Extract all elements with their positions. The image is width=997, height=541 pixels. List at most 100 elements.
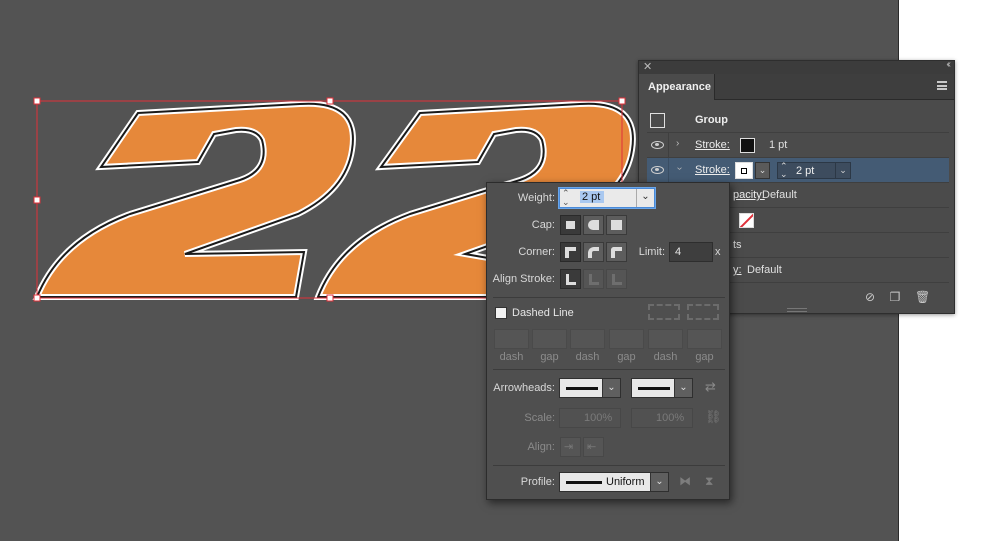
gap-2-input[interactable] bbox=[609, 329, 644, 349]
miter-join-button[interactable] bbox=[560, 242, 581, 262]
chevron-down-icon[interactable]: ⌄ bbox=[602, 379, 620, 397]
eye-icon bbox=[651, 166, 664, 174]
weight-value[interactable]: 2 pt bbox=[796, 165, 814, 177]
end-arrowhead-dropdown[interactable]: ⌄ bbox=[631, 378, 693, 398]
align-arrow-label: Align: bbox=[527, 441, 555, 453]
align-center-icon bbox=[566, 274, 576, 285]
chevron-down-icon[interactable]: › bbox=[674, 167, 685, 170]
eye-icon bbox=[651, 141, 664, 149]
align-inside-icon bbox=[589, 274, 599, 285]
chevron-down-icon[interactable]: ⌄ bbox=[674, 379, 692, 397]
align-outside-button[interactable] bbox=[606, 269, 627, 289]
chevron-down-icon[interactable]: ⌄ bbox=[835, 163, 850, 178]
projecting-cap-button[interactable] bbox=[606, 215, 627, 235]
dash-1-input[interactable] bbox=[494, 329, 529, 349]
stroke-link[interactable]: Stroke: bbox=[695, 164, 730, 176]
handle-top-right[interactable] bbox=[618, 97, 626, 105]
dashed-line-checkbox[interactable] bbox=[495, 307, 507, 319]
resize-grip[interactable] bbox=[787, 308, 807, 312]
profile-dropdown[interactable]: Uniform ⌄ bbox=[559, 472, 669, 492]
chevron-right-icon[interactable]: › bbox=[676, 138, 679, 149]
collapse-icon[interactable]: ‹‹ bbox=[946, 59, 950, 70]
gap-3-input[interactable] bbox=[687, 329, 722, 349]
weight-spinner[interactable]: ⌃ ⌄ 2 pt ⌄ bbox=[777, 162, 851, 179]
butt-cap-button[interactable] bbox=[560, 215, 581, 235]
round-cap-icon bbox=[588, 220, 599, 230]
trash-icon[interactable]: 🗑 bbox=[915, 290, 930, 304]
chevron-down-icon[interactable]: ⌄ bbox=[650, 473, 668, 491]
visibility-toggle[interactable] bbox=[647, 158, 669, 183]
align-inside-button[interactable] bbox=[583, 269, 604, 289]
weight-value-input[interactable]: 2 pt bbox=[580, 191, 605, 203]
group-thumbnail bbox=[650, 113, 665, 128]
handle-bottom-left[interactable] bbox=[33, 294, 41, 302]
projecting-cap-icon bbox=[611, 220, 622, 230]
align-dash-icon[interactable] bbox=[687, 304, 719, 320]
limit-unit: x bbox=[715, 246, 721, 258]
butt-cap-icon bbox=[566, 221, 575, 229]
divider bbox=[493, 465, 725, 466]
tab-appearance[interactable]: Appearance bbox=[639, 74, 715, 100]
end-scale-input[interactable]: 100% bbox=[631, 408, 693, 428]
opacity-link[interactable]: pacity: bbox=[733, 189, 765, 201]
stroke-square-icon bbox=[741, 168, 747, 174]
flip-along-icon[interactable]: ⧓ bbox=[679, 474, 691, 488]
dash-label: dash bbox=[653, 351, 678, 363]
align-outside-icon bbox=[612, 274, 622, 285]
fill-none-swatch[interactable] bbox=[739, 213, 754, 228]
align-center-button[interactable] bbox=[560, 269, 581, 289]
weight-label: Weight: bbox=[517, 192, 555, 204]
arrow-tip-at-end-icon: ⇤ bbox=[587, 441, 597, 453]
row-stroke-1[interactable]: › Stroke: 1 pt bbox=[647, 133, 949, 158]
handle-middle-left[interactable] bbox=[33, 196, 41, 204]
dash-label: dash bbox=[575, 351, 600, 363]
dash-label: dash bbox=[499, 351, 524, 363]
handle-top-middle[interactable] bbox=[326, 97, 334, 105]
round-cap-button[interactable] bbox=[583, 215, 604, 235]
row-group[interactable]: Group bbox=[647, 108, 949, 133]
arrow-tip-beyond-icon: ⇥ bbox=[564, 441, 574, 453]
bevel-join-button[interactable] bbox=[606, 242, 627, 262]
dash-2-input[interactable] bbox=[570, 329, 605, 349]
clear-appearance-icon[interactable]: ⊘ bbox=[863, 290, 877, 304]
start-arrowhead-dropdown[interactable]: ⌄ bbox=[559, 378, 621, 398]
panel-menu-icon[interactable] bbox=[937, 81, 947, 90]
chevron-down-icon[interactable]: ⌄ bbox=[636, 189, 654, 207]
limit-input[interactable]: 4 bbox=[669, 242, 713, 262]
weight-input[interactable]: ⌃ ⌄ 2 pt ⌄ bbox=[559, 188, 655, 208]
arrow-tip-beyond-button[interactable]: ⇥ bbox=[560, 437, 581, 457]
link-scale-icon[interactable]: ⛓ bbox=[705, 409, 722, 425]
scale-value: 100% bbox=[656, 412, 685, 424]
dashed-line-label: Dashed Line bbox=[512, 307, 574, 319]
stroke-color-swatch[interactable] bbox=[735, 162, 753, 179]
gap-1-input[interactable] bbox=[532, 329, 567, 349]
miter-join-icon bbox=[565, 247, 576, 258]
limit-label: Limit: bbox=[638, 246, 665, 258]
spinner-arrows-icon[interactable]: ⌃ ⌄ bbox=[562, 189, 570, 207]
dash-3-input[interactable] bbox=[648, 329, 683, 349]
panel-titlebar[interactable]: ✕ ‹‹ bbox=[639, 59, 954, 74]
limit-value[interactable]: 4 bbox=[675, 246, 681, 258]
digit-2-left bbox=[32, 100, 356, 300]
cap-label: Cap: bbox=[531, 219, 555, 231]
arrow-tip-at-end-button[interactable]: ⇤ bbox=[583, 437, 604, 457]
row-stroke-2[interactable]: › Stroke: ⌄ ⌃ ⌄ 2 pt ⌄ bbox=[647, 158, 949, 183]
preserve-dash-icon[interactable] bbox=[648, 304, 680, 320]
stroke-link[interactable]: Stroke: bbox=[695, 139, 730, 151]
swap-arrowheads-icon[interactable]: ⇄ bbox=[705, 379, 716, 395]
close-icon[interactable]: ✕ bbox=[643, 60, 652, 73]
color-dropdown-arrow[interactable]: ⌄ bbox=[755, 162, 770, 179]
handle-bottom-middle[interactable] bbox=[326, 294, 334, 302]
spinner-arrows-icon[interactable]: ⌃ ⌄ bbox=[780, 162, 788, 179]
opacity-link[interactable]: y: bbox=[733, 264, 742, 276]
handle-top-left[interactable] bbox=[33, 97, 41, 105]
start-scale-input[interactable]: 100% bbox=[559, 408, 621, 428]
profile-value: Uniform bbox=[606, 476, 645, 488]
stroke-color-swatch[interactable] bbox=[740, 138, 755, 153]
duplicate-item-icon[interactable]: ❐ bbox=[888, 290, 902, 304]
stroke-options-popup: Weight: ⌃ ⌄ 2 pt ⌄ Cap: Corner: Limit: 4 … bbox=[486, 182, 730, 500]
round-join-button[interactable] bbox=[583, 242, 604, 262]
visibility-toggle[interactable] bbox=[647, 133, 669, 158]
scale-value: 100% bbox=[584, 412, 613, 424]
flip-across-icon[interactable]: ⧗ bbox=[705, 474, 713, 489]
